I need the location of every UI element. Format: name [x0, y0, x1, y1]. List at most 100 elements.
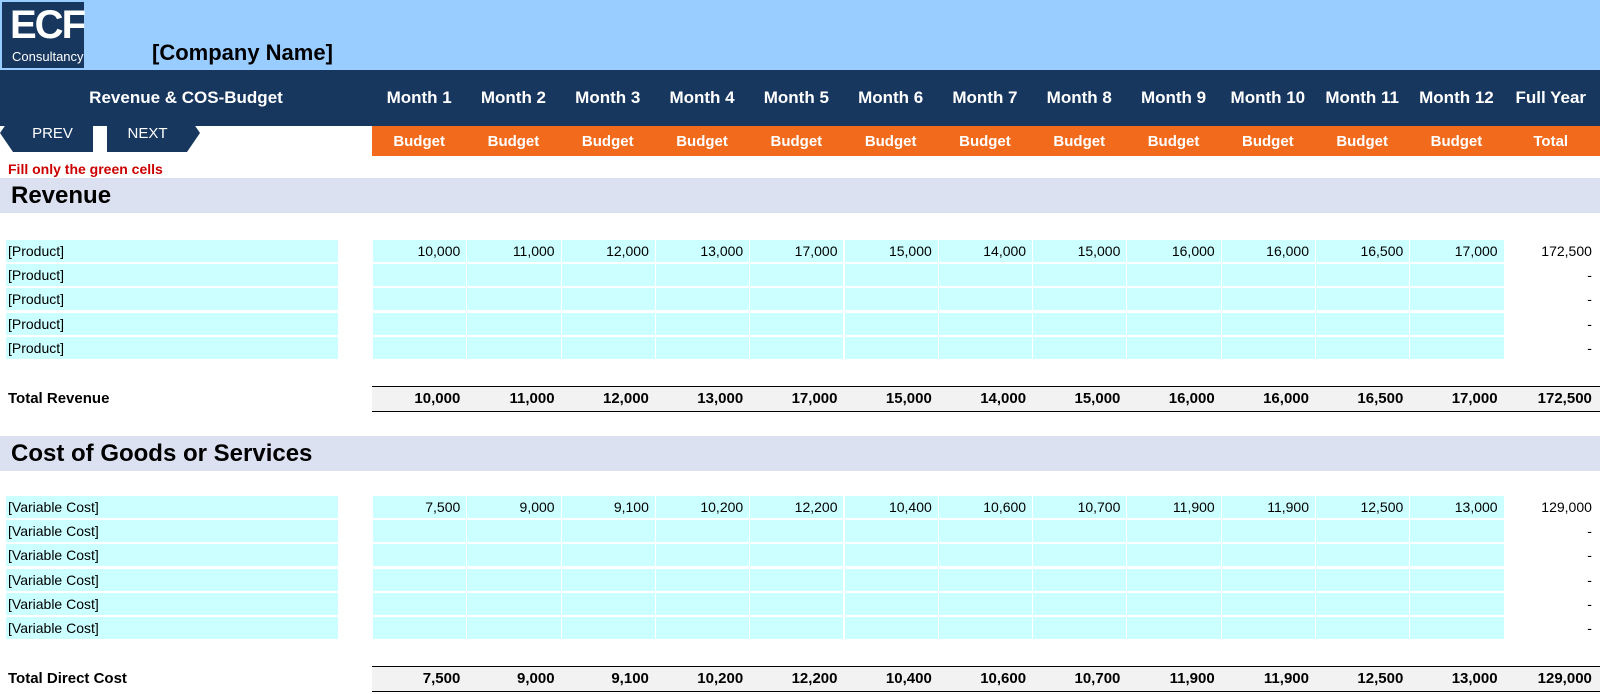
- revenue-input-cell[interactable]: [1221, 312, 1315, 335]
- cos-input-cell[interactable]: [561, 617, 655, 639]
- revenue-input-cell[interactable]: [655, 312, 750, 335]
- cos-input-cell[interactable]: [1410, 592, 1504, 615]
- cos-input-cell[interactable]: [1221, 568, 1315, 591]
- cos-input-cell[interactable]: [844, 617, 938, 639]
- cos-input-cell[interactable]: [1410, 520, 1504, 543]
- cos-input-cell[interactable]: [1033, 544, 1127, 567]
- cos-input-cell[interactable]: [1127, 568, 1221, 591]
- revenue-row-label[interactable]: [Product]: [6, 288, 338, 311]
- revenue-input-cell[interactable]: 12,000: [561, 240, 655, 262]
- cos-row-label[interactable]: [Variable Cost]: [6, 544, 338, 567]
- cos-input-cell[interactable]: [1316, 520, 1410, 543]
- revenue-input-cell[interactable]: [1316, 336, 1410, 359]
- cos-input-cell[interactable]: [373, 592, 467, 615]
- revenue-input-cell[interactable]: [938, 264, 1033, 287]
- revenue-input-cell[interactable]: [844, 288, 938, 311]
- cos-input-cell[interactable]: [844, 568, 938, 591]
- cos-input-cell[interactable]: 7,500: [373, 496, 467, 518]
- revenue-input-cell[interactable]: [1410, 264, 1504, 287]
- revenue-input-cell[interactable]: 13,000: [655, 240, 750, 262]
- cos-input-cell[interactable]: [655, 592, 750, 615]
- cos-input-cell[interactable]: [844, 520, 938, 543]
- revenue-input-cell[interactable]: [467, 288, 561, 311]
- cos-input-cell[interactable]: 10,200: [655, 496, 750, 518]
- revenue-input-cell[interactable]: [373, 336, 467, 359]
- revenue-input-cell[interactable]: [750, 288, 844, 311]
- cos-row-label[interactable]: [Variable Cost]: [6, 520, 338, 543]
- cos-input-cell[interactable]: 10,400: [844, 496, 938, 518]
- revenue-input-cell[interactable]: [1127, 288, 1221, 311]
- cos-input-cell[interactable]: [844, 544, 938, 567]
- revenue-row-label[interactable]: [Product]: [6, 336, 338, 359]
- revenue-input-cell[interactable]: [561, 312, 655, 335]
- revenue-input-cell[interactable]: [1033, 336, 1127, 359]
- cos-row-label[interactable]: [Variable Cost]: [6, 592, 338, 615]
- revenue-input-cell[interactable]: [1316, 312, 1410, 335]
- cos-input-cell[interactable]: [750, 544, 844, 567]
- cos-input-cell[interactable]: [1221, 520, 1315, 543]
- cos-input-cell[interactable]: [467, 544, 561, 567]
- cos-input-cell[interactable]: [1033, 568, 1127, 591]
- cos-input-cell[interactable]: 13,000: [1410, 496, 1504, 518]
- cos-input-cell[interactable]: [938, 568, 1033, 591]
- revenue-input-cell[interactable]: [1033, 312, 1127, 335]
- revenue-input-cell[interactable]: 17,000: [1410, 240, 1504, 262]
- cos-input-cell[interactable]: [561, 520, 655, 543]
- cos-input-cell[interactable]: [844, 592, 938, 615]
- cos-input-cell[interactable]: 9,000: [467, 496, 561, 518]
- cos-input-cell[interactable]: [1033, 592, 1127, 615]
- revenue-input-cell[interactable]: 11,000: [467, 240, 561, 262]
- cos-input-cell[interactable]: [1316, 568, 1410, 591]
- revenue-row-label[interactable]: [Product]: [6, 264, 338, 287]
- cos-input-cell[interactable]: [1316, 592, 1410, 615]
- cos-input-cell[interactable]: 12,200: [750, 496, 844, 518]
- cos-input-cell[interactable]: [938, 544, 1033, 567]
- revenue-input-cell[interactable]: [1221, 288, 1315, 311]
- cos-row-label[interactable]: [Variable Cost]: [6, 568, 338, 591]
- cos-input-cell[interactable]: [373, 568, 467, 591]
- revenue-input-cell[interactable]: [844, 336, 938, 359]
- company-name[interactable]: [Company Name]: [152, 40, 333, 66]
- revenue-input-cell[interactable]: [844, 312, 938, 335]
- revenue-input-cell[interactable]: [561, 288, 655, 311]
- revenue-input-cell[interactable]: [1221, 336, 1315, 359]
- cos-input-cell[interactable]: [655, 568, 750, 591]
- cos-input-cell[interactable]: [373, 520, 467, 543]
- revenue-input-cell[interactable]: [1410, 336, 1504, 359]
- next-button[interactable]: NEXT: [107, 114, 200, 152]
- revenue-input-cell[interactable]: [750, 264, 844, 287]
- cos-input-cell[interactable]: [938, 520, 1033, 543]
- revenue-input-cell[interactable]: [373, 312, 467, 335]
- revenue-input-cell[interactable]: [467, 264, 561, 287]
- revenue-input-cell[interactable]: [655, 288, 750, 311]
- cos-input-cell[interactable]: [750, 592, 844, 615]
- revenue-input-cell[interactable]: [750, 312, 844, 335]
- cos-input-cell[interactable]: [1316, 544, 1410, 567]
- revenue-input-cell[interactable]: 16,000: [1221, 240, 1315, 262]
- revenue-input-cell[interactable]: [1127, 312, 1221, 335]
- revenue-input-cell[interactable]: [1033, 264, 1127, 287]
- revenue-input-cell[interactable]: [467, 336, 561, 359]
- cos-input-cell[interactable]: 9,100: [561, 496, 655, 518]
- cos-input-cell[interactable]: [467, 520, 561, 543]
- revenue-input-cell[interactable]: [1033, 288, 1127, 311]
- revenue-input-cell[interactable]: [1221, 264, 1315, 287]
- cos-input-cell[interactable]: [1221, 592, 1315, 615]
- cos-input-cell[interactable]: [561, 592, 655, 615]
- revenue-input-cell[interactable]: [373, 264, 467, 287]
- cos-input-cell[interactable]: [1127, 592, 1221, 615]
- revenue-input-cell[interactable]: 17,000: [750, 240, 844, 262]
- revenue-input-cell[interactable]: 15,000: [844, 240, 938, 262]
- cos-input-cell[interactable]: [1127, 544, 1221, 567]
- cos-input-cell[interactable]: [561, 544, 655, 567]
- cos-row-label[interactable]: [Variable Cost]: [6, 496, 338, 518]
- cos-input-cell[interactable]: [1410, 544, 1504, 567]
- revenue-input-cell[interactable]: [844, 264, 938, 287]
- cos-input-cell[interactable]: 12,500: [1316, 496, 1410, 518]
- revenue-input-cell[interactable]: [561, 264, 655, 287]
- revenue-input-cell[interactable]: [1316, 264, 1410, 287]
- cos-input-cell[interactable]: [655, 617, 750, 639]
- revenue-input-cell[interactable]: [655, 264, 750, 287]
- cos-input-cell[interactable]: [373, 544, 467, 567]
- revenue-input-cell[interactable]: [750, 336, 844, 359]
